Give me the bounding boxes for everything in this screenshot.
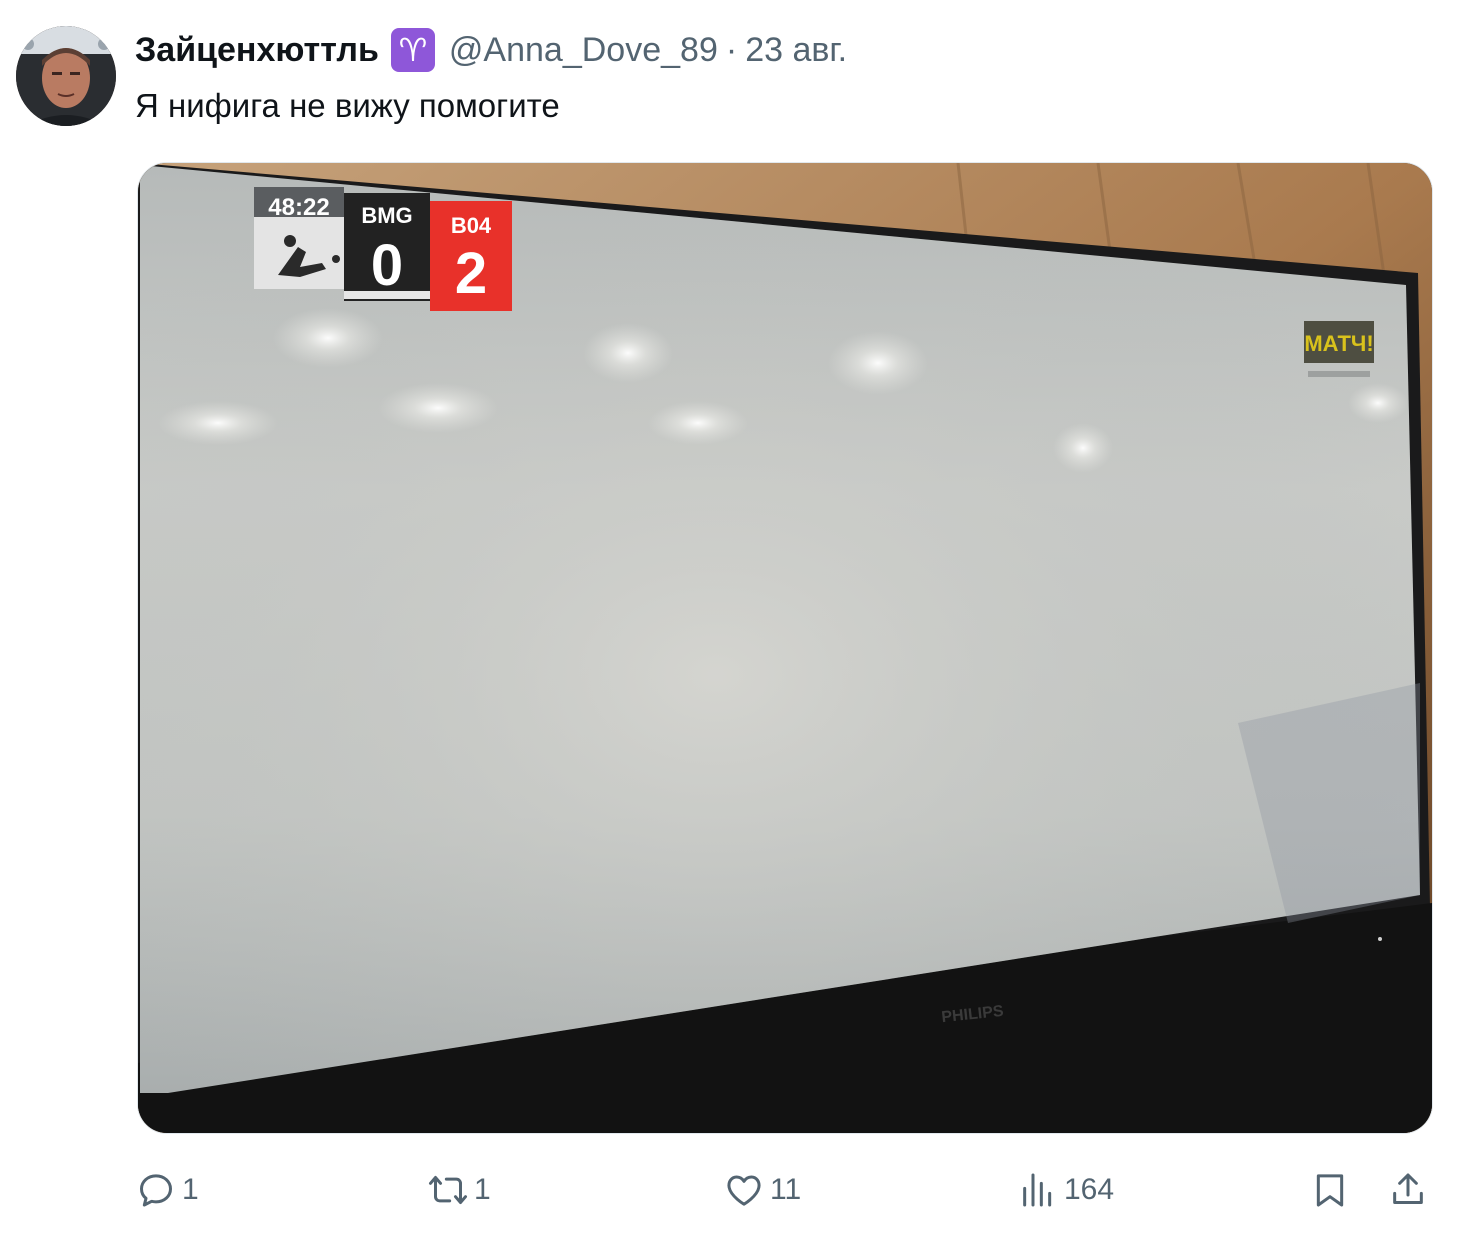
views-chart-icon xyxy=(1023,1173,1052,1207)
avatar[interactable] xyxy=(16,26,116,126)
reply-icon xyxy=(140,1174,172,1207)
author-name[interactable]: Зайценхюттль xyxy=(135,28,379,72)
author-handle[interactable]: @Anna_Dove_89 xyxy=(449,28,718,72)
tv-photo: 48:22 BMG 0 B04 2 МАТЧ! PHILIPS xyxy=(138,163,1432,1133)
retweet-icon xyxy=(429,1176,467,1204)
tweet: Зайценхюттль ♈ @Anna_Dove_89 · 23 авг. Я… xyxy=(0,0,1460,1240)
share-icon xyxy=(1393,1173,1423,1204)
tweet-actions: 1 1 11 164 xyxy=(0,1160,1460,1220)
tweet-media-image[interactable]: 48:22 BMG 0 B04 2 МАТЧ! PHILIPS xyxy=(137,162,1433,1134)
tweet-text: Я нифига не вижу помогите xyxy=(135,87,560,124)
home-score: 0 xyxy=(371,233,403,298)
reply-button[interactable]: 1 xyxy=(136,1170,199,1210)
views-count: 164 xyxy=(1064,1173,1115,1206)
heart-icon xyxy=(727,1175,761,1206)
away-score: 2 xyxy=(455,241,487,306)
bookmark-icon xyxy=(1316,1174,1344,1207)
views-button[interactable]: 164 xyxy=(1018,1170,1114,1210)
aries-icon: ♈ xyxy=(390,28,435,72)
away-team-code: B04 xyxy=(451,213,492,238)
channel-logo-text: МАТЧ! xyxy=(1304,331,1373,356)
match-clock: 48:22 xyxy=(268,194,329,221)
tweet-date[interactable]: 23 авг. xyxy=(745,28,847,72)
tweet-header: Зайценхюттль ♈ @Anna_Dove_89 · 23 авг. xyxy=(135,28,847,72)
bookmark-button[interactable] xyxy=(1310,1170,1350,1210)
retweet-count: 1 xyxy=(474,1173,491,1206)
avatar-image xyxy=(16,26,116,126)
share-button[interactable] xyxy=(1388,1170,1428,1210)
reply-count: 1 xyxy=(182,1173,199,1206)
home-team-code: BMG xyxy=(361,203,412,228)
separator-dot: · xyxy=(725,31,738,69)
like-count: 11 xyxy=(770,1173,802,1206)
like-button[interactable]: 11 xyxy=(724,1170,801,1210)
retweet-button[interactable]: 1 xyxy=(428,1170,491,1210)
